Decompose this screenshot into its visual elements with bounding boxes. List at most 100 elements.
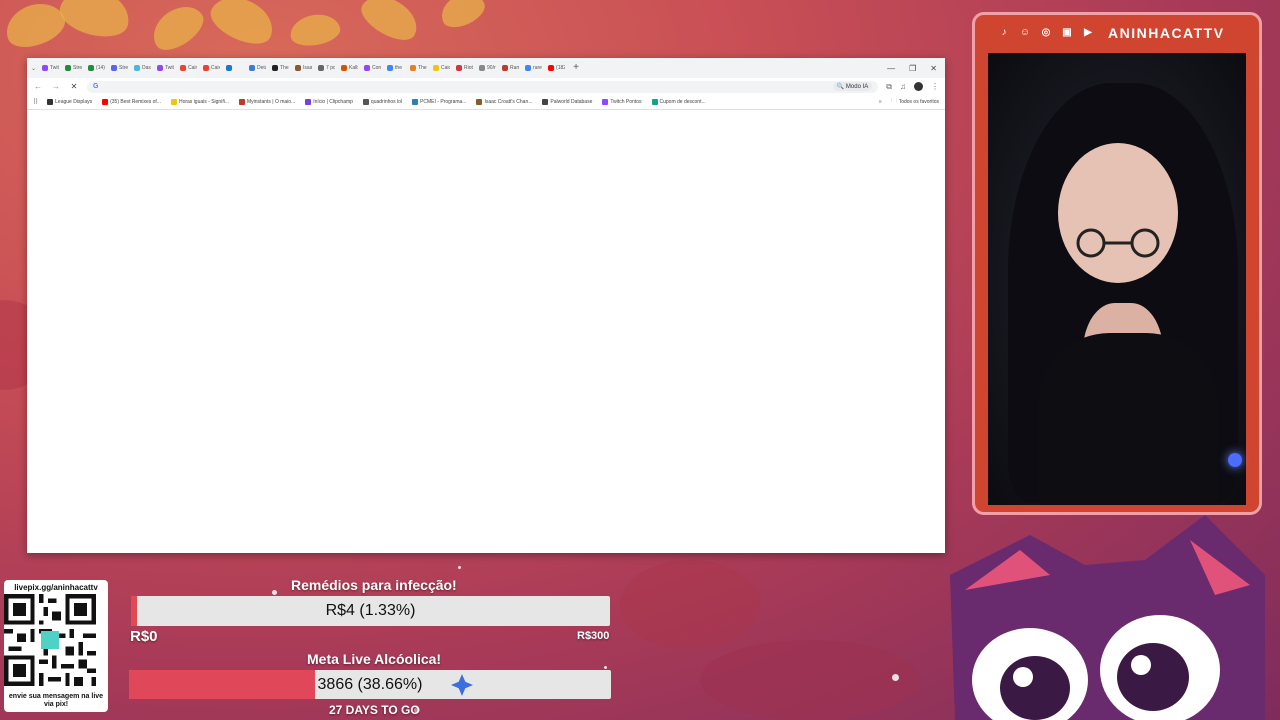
tab-label: Ram (510, 65, 520, 71)
browser-tab[interactable]: Cain (177, 60, 200, 76)
minimize-button[interactable]: — (887, 64, 895, 73)
browser-toolbar: ← → ✕ G 🔍 Modo IA ⧉ ♫ ⋮ (27, 78, 945, 95)
bookmark-label: Palworld Database (550, 99, 593, 105)
tab-favicon-icon (157, 65, 164, 71)
extensions-icon[interactable]: ⧉ (886, 82, 892, 92)
bookmark-favicon-icon (476, 99, 483, 105)
bookmark-item[interactable]: (35) Best Remixes of... (102, 99, 161, 105)
tab-label: Caix (211, 65, 221, 71)
address-input[interactable] (103, 81, 828, 92)
all-bookmarks-folder[interactable]: 🗀 Todos os favoritos (892, 98, 939, 106)
browser-tab[interactable]: The (269, 60, 292, 76)
ai-mode-label: Modo IA (845, 84, 869, 90)
tab-search-icon[interactable]: ⌄ (31, 65, 36, 72)
tab-favicon-icon (111, 65, 118, 71)
goal-1-max-label: R$300 (577, 630, 610, 642)
menu-icon[interactable]: ⋮ (931, 82, 939, 91)
tab-label: The (280, 65, 289, 71)
bookmark-favicon-icon (102, 99, 109, 105)
browser-tab[interactable]: 90/r (476, 60, 499, 76)
browser-tab[interactable]: Ram (499, 60, 522, 76)
browser-tab[interactable] (223, 60, 246, 76)
browser-tab[interactable]: (14) (85, 60, 108, 76)
bookmark-item[interactable]: Horas iguais - Signifi... (170, 99, 229, 105)
ai-mode-button[interactable]: 🔍 Modo IA (832, 82, 873, 91)
tab-favicon-icon (364, 65, 371, 71)
browser-tab[interactable]: Caix (200, 60, 223, 76)
page-content-blank (27, 110, 945, 553)
tab-label: Strea (73, 65, 83, 71)
browser-tab[interactable]: Twit (154, 60, 177, 76)
new-tab-button[interactable]: + (570, 62, 582, 74)
tab-favicon-icon (88, 65, 95, 71)
tab-label: The (418, 65, 427, 71)
bookmark-favicon-icon (651, 99, 658, 105)
browser-tab[interactable]: Kalb (338, 60, 361, 76)
glasses-icon (1076, 228, 1160, 258)
tab-favicon-icon (433, 65, 440, 71)
goal-1-progress-bar: R$4 (1.33%) (131, 596, 610, 626)
browser-tab[interactable]: Stre (108, 60, 131, 76)
bookmark-item[interactable]: Início | Clipchamp (305, 99, 353, 105)
address-bar[interactable]: G 🔍 Modo IA (87, 80, 879, 93)
bookmark-favicon-icon (542, 99, 549, 105)
close-window-button[interactable]: ✕ (930, 64, 937, 73)
bookmark-item[interactable]: Isaac Croatt's Chan... (476, 99, 532, 105)
pix-message: envie sua mensagem na live via pix! (8, 693, 104, 708)
browser-tab[interactable]: 7 pq (315, 60, 338, 76)
bookmark-item[interactable]: Cupom de descont... (651, 99, 706, 105)
browser-tab[interactable]: Strea (62, 60, 85, 76)
browser-tab[interactable]: (182 (545, 60, 568, 76)
sparkle-icon (451, 674, 473, 696)
tab-favicon-icon (387, 65, 394, 71)
browser-tab[interactable]: Caiq (430, 60, 453, 76)
profile-avatar-icon[interactable] (914, 82, 923, 91)
qr-code-icon (4, 594, 96, 686)
all-bookmarks-label: Todos os favoritos (898, 99, 939, 105)
tab-label: (182 (556, 65, 566, 71)
bookmark-label: Cupom de descont... (659, 99, 706, 105)
forward-button[interactable]: → (51, 82, 61, 91)
tab-favicon-icon (525, 65, 532, 71)
browser-tab[interactable]: Con (361, 60, 384, 76)
bookmark-label: Isaac Croatt's Chan... (484, 99, 533, 105)
tab-favicon-icon (226, 65, 233, 71)
tab-label: Isaa (303, 65, 313, 71)
browser-tab[interactable]: Isaa (292, 60, 315, 76)
maximize-button[interactable]: ❐ (909, 64, 916, 73)
webcam-frame: ♪ ☺ ◎ ▣ ▶ ANINHACATTV (972, 12, 1262, 515)
goal-2-title: Meta Live Alcóolica! (307, 651, 442, 667)
bookmark-item[interactable]: quadrinhos lol (362, 99, 402, 105)
browser-tab[interactable]: the (384, 60, 407, 76)
apps-grid-icon[interactable]: ⠿ (33, 98, 38, 106)
bookmark-item[interactable]: PCMEI - Programa... (412, 99, 466, 105)
twitch-icon: ▣ (1062, 27, 1072, 38)
browser-tab[interactable]: Deta (246, 60, 269, 76)
instagram-icon: ◎ (1041, 27, 1051, 38)
browser-window: ⌄ Twit Strea (14) Stre Dash Twit Cain Caix Deta T… (27, 58, 945, 553)
tab-label: rare (533, 65, 542, 71)
goal-1-title: Remédios para infecção! (291, 577, 457, 593)
social-bar: ♪ ☺ ◎ ▣ ▶ ANINHACATTV (975, 15, 1259, 51)
google-icon: G (93, 83, 99, 90)
bookmark-item[interactable]: League Displays (47, 99, 92, 105)
browser-tab[interactable]: Dash (131, 60, 154, 76)
goal-1-bar-text: R$4 (1.33%) (325, 602, 416, 619)
bookmark-label: PCMEI - Programa... (420, 99, 467, 105)
bookmark-item[interactable]: Myinstants | O maio... (239, 99, 295, 105)
tab-label: 90/r (487, 65, 496, 71)
browser-tab[interactable]: rare (522, 60, 545, 76)
bookmark-favicon-icon (362, 99, 369, 105)
stop-loading-button[interactable]: ✕ (69, 82, 79, 91)
blue-light-icon (1228, 453, 1242, 467)
bookmark-item[interactable]: Twitch Pontos (602, 99, 642, 105)
bookmark-item[interactable]: Palworld Database (542, 99, 592, 105)
bookmark-favicon-icon (602, 99, 609, 105)
browser-tab[interactable]: Riot (453, 60, 476, 76)
media-controls-icon[interactable]: ♫ (900, 82, 906, 91)
back-button[interactable]: ← (33, 82, 43, 91)
tab-label: Cain (188, 65, 198, 71)
browser-tab[interactable]: Twit (39, 60, 62, 76)
browser-tab[interactable]: The (407, 60, 430, 76)
more-bookmarks-icon[interactable]: » (879, 99, 882, 105)
